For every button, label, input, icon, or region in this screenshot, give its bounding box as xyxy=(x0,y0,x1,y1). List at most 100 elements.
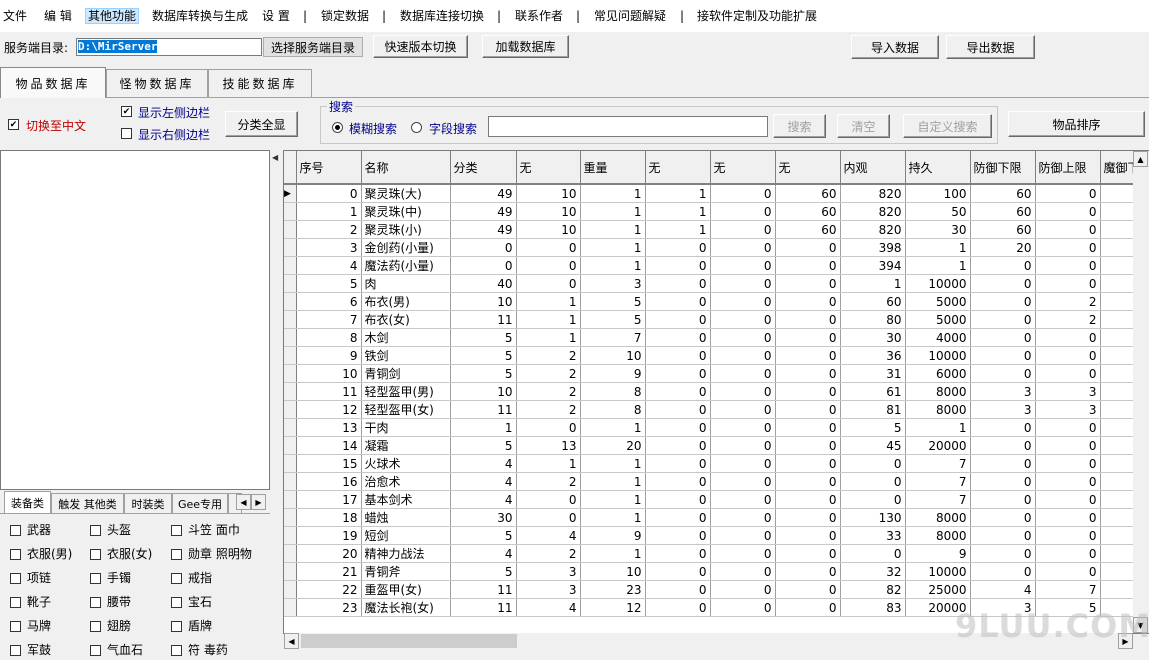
table-cell[interactable]: 5 xyxy=(580,310,646,329)
table-cell[interactable]: 金创药(小量) xyxy=(361,238,451,257)
table-cell[interactable]: 0 xyxy=(775,364,841,383)
table-cell[interactable]: 60 xyxy=(970,184,1036,203)
table-cell[interactable]: 0 xyxy=(710,472,776,491)
search-button[interactable]: 搜索 xyxy=(773,114,826,138)
table-cell[interactable]: 0 xyxy=(775,256,841,275)
row-indicator[interactable] xyxy=(284,220,297,239)
column-header[interactable]: 无 xyxy=(775,151,841,185)
table-cell[interactable]: 9 xyxy=(580,526,646,545)
table-cell[interactable]: 0 xyxy=(1035,238,1101,257)
table-cell[interactable]: 0 xyxy=(645,490,711,509)
table-cell[interactable]: 9 xyxy=(905,544,971,563)
table-cell[interactable]: 0 xyxy=(710,328,776,347)
table-cell[interactable]: 2 xyxy=(516,346,581,365)
item-data-grid[interactable]: 序号 名称 分类无重量无无无内观 持久 防御下限 防御上限 魔御下 ▶ 0 聚灵珠(大) 49 10… xyxy=(283,150,1149,634)
table-row[interactable]: 7 布衣(女) 11 1 5 0 0 0 80 5000 0 2 xyxy=(284,310,1144,329)
category-item[interactable]: 军鼓 xyxy=(10,641,51,658)
table-cell[interactable]: 11 xyxy=(450,580,517,599)
table-cell[interactable]: 11 xyxy=(450,310,517,329)
table-cell[interactable]: 1 xyxy=(516,328,581,347)
table-cell[interactable]: 0 xyxy=(710,238,776,257)
row-indicator[interactable] xyxy=(284,328,297,347)
table-cell[interactable]: 19 xyxy=(296,526,362,545)
category-checkbox[interactable] xyxy=(90,525,101,536)
table-cell[interactable]: 0 xyxy=(840,490,906,509)
table-cell[interactable]: 0 xyxy=(1035,274,1101,293)
table-cell[interactable]: 1 xyxy=(905,256,971,275)
table-cell[interactable]: 0 xyxy=(775,238,841,257)
table-cell[interactable]: 1 xyxy=(645,202,711,221)
table-cell[interactable]: 4 xyxy=(450,472,517,491)
horizontal-scroll-thumb[interactable] xyxy=(301,634,517,648)
table-cell[interactable]: 10 xyxy=(516,220,581,239)
table-cell[interactable]: 3 xyxy=(970,400,1036,419)
table-cell[interactable]: 3 xyxy=(970,382,1036,401)
table-row[interactable]: 17 基本剑术 4 0 1 0 0 0 0 7 0 0 xyxy=(284,490,1144,509)
table-cell[interactable]: 1 xyxy=(580,418,646,437)
table-cell[interactable]: 0 xyxy=(710,220,776,239)
table-cell[interactable]: 4 xyxy=(450,490,517,509)
quick-version-switch-button[interactable]: 快速版本切换 xyxy=(373,35,468,58)
table-cell[interactable]: 精神力战法 xyxy=(361,544,451,563)
table-cell[interactable]: 130 xyxy=(840,508,906,527)
table-cell[interactable]: 49 xyxy=(450,220,517,239)
table-cell[interactable]: 0 xyxy=(1035,328,1101,347)
table-cell[interactable]: 10 xyxy=(580,346,646,365)
table-cell[interactable]: 8000 xyxy=(905,382,971,401)
table-cell[interactable]: 100 xyxy=(905,184,971,203)
table-row[interactable]: 6 布衣(男) 10 1 5 0 0 0 60 5000 0 2 xyxy=(284,292,1144,311)
category-checkbox[interactable] xyxy=(10,525,21,536)
table-cell[interactable]: 0 xyxy=(450,256,517,275)
row-indicator[interactable] xyxy=(284,238,297,257)
table-cell[interactable]: 2 xyxy=(516,472,581,491)
category-item[interactable]: 符 毒药 xyxy=(171,641,228,658)
column-header[interactable]: 序号 xyxy=(296,151,362,185)
row-indicator[interactable] xyxy=(284,256,297,275)
table-row[interactable]: ▶ 0 聚灵珠(大) 49 10 1 1 0 60 820 100 60 0 xyxy=(284,184,1144,203)
category-item[interactable]: 项链 xyxy=(10,569,51,586)
row-indicator[interactable] xyxy=(284,346,297,365)
table-cell[interactable]: 0 xyxy=(775,508,841,527)
scroll-up-icon[interactable]: ▲ xyxy=(1133,151,1148,167)
table-cell[interactable]: 0 xyxy=(710,490,776,509)
table-cell[interactable]: 1 xyxy=(516,310,581,329)
table-cell[interactable]: 10 xyxy=(450,292,517,311)
table-cell[interactable]: 0 xyxy=(645,400,711,419)
table-cell[interactable]: 0 xyxy=(710,184,776,203)
table-cell[interactable]: 0 xyxy=(516,274,581,293)
table-cell[interactable]: 短剑 xyxy=(361,526,451,545)
show-left-sidebar-checkbox[interactable] xyxy=(121,106,132,117)
table-cell[interactable]: 0 xyxy=(645,562,711,581)
table-cell[interactable]: 布衣(女) xyxy=(361,310,451,329)
table-cell[interactable]: 25000 xyxy=(905,580,971,599)
table-cell[interactable]: 0 xyxy=(970,310,1036,329)
table-row[interactable]: 14 凝霜 5 13 20 0 0 0 45 20000 0 0 xyxy=(284,436,1144,455)
table-cell[interactable]: 16 xyxy=(296,472,362,491)
table-cell[interactable]: 10 xyxy=(296,364,362,383)
table-cell[interactable]: 0 xyxy=(645,598,711,617)
table-cell[interactable]: 82 xyxy=(840,580,906,599)
row-indicator[interactable] xyxy=(284,310,297,329)
category-checkbox[interactable] xyxy=(10,621,21,632)
table-cell[interactable]: 0 xyxy=(710,274,776,293)
table-cell[interactable]: 0 xyxy=(970,328,1036,347)
table-cell[interactable]: 0 xyxy=(710,508,776,527)
table-row[interactable]: 21 青铜斧 5 3 10 0 0 0 32 10000 0 0 xyxy=(284,562,1144,581)
table-cell[interactable]: 0 xyxy=(645,472,711,491)
table-cell[interactable]: 23 xyxy=(296,598,362,617)
table-cell[interactable]: 0 xyxy=(710,580,776,599)
fuzzy-search-label[interactable]: 模糊搜索 xyxy=(349,120,397,137)
category-checkbox[interactable] xyxy=(171,621,182,632)
table-cell[interactable]: 6000 xyxy=(905,364,971,383)
table-cell[interactable]: 12 xyxy=(580,598,646,617)
table-cell[interactable]: 7 xyxy=(1035,580,1101,599)
category-checkbox[interactable] xyxy=(90,549,101,560)
table-cell[interactable]: 0 xyxy=(710,454,776,473)
table-cell[interactable]: 0 xyxy=(516,490,581,509)
category-item[interactable]: 翅膀 xyxy=(90,617,131,634)
table-cell[interactable]: 0 xyxy=(775,292,841,311)
subtab-fashion[interactable]: 时装类 xyxy=(124,493,172,513)
table-cell[interactable]: 11 xyxy=(450,400,517,419)
table-cell[interactable]: 12 xyxy=(296,400,362,419)
table-cell[interactable]: 0 xyxy=(710,418,776,437)
